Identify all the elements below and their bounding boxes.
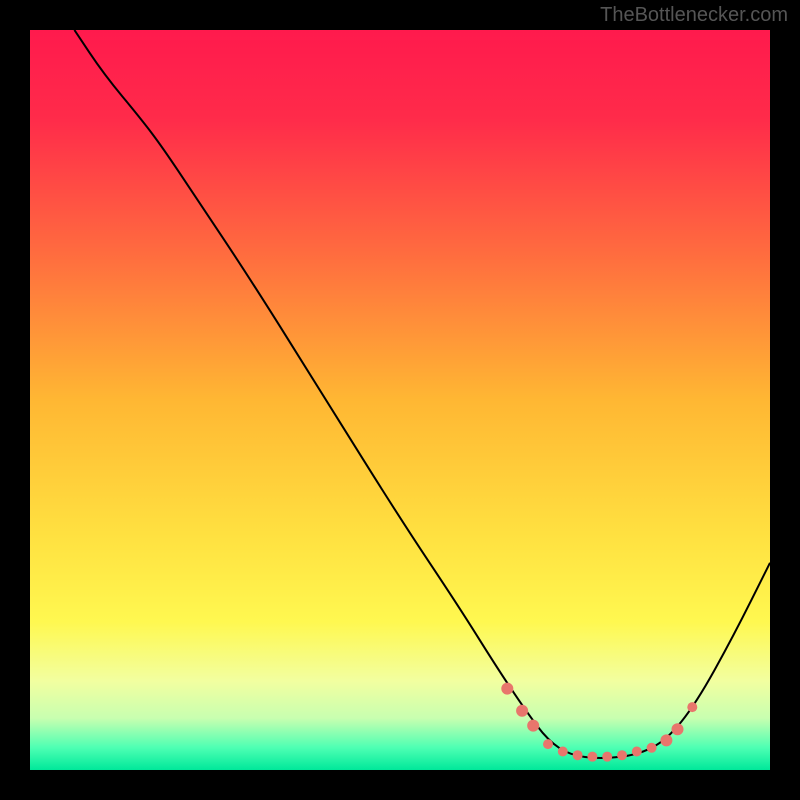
curve-marker: [516, 705, 528, 717]
curve-marker: [602, 752, 612, 762]
watermark-text: TheBottlenecker.com: [600, 4, 788, 27]
curve-marker: [573, 750, 583, 760]
curve-marker: [617, 750, 627, 760]
plot-area: [30, 30, 770, 770]
curve-line: [74, 30, 770, 758]
chart-curve-layer: [30, 30, 770, 770]
curve-marker: [543, 739, 553, 749]
curve-marker: [660, 734, 672, 746]
curve-marker: [687, 702, 697, 712]
curve-marker: [501, 683, 513, 695]
curve-marker: [587, 752, 597, 762]
curve-marker: [558, 747, 568, 757]
curve-marker: [632, 747, 642, 757]
curve-marker: [672, 723, 684, 735]
curve-marker: [647, 743, 657, 753]
curve-markers: [501, 683, 697, 762]
curve-marker: [527, 720, 539, 732]
